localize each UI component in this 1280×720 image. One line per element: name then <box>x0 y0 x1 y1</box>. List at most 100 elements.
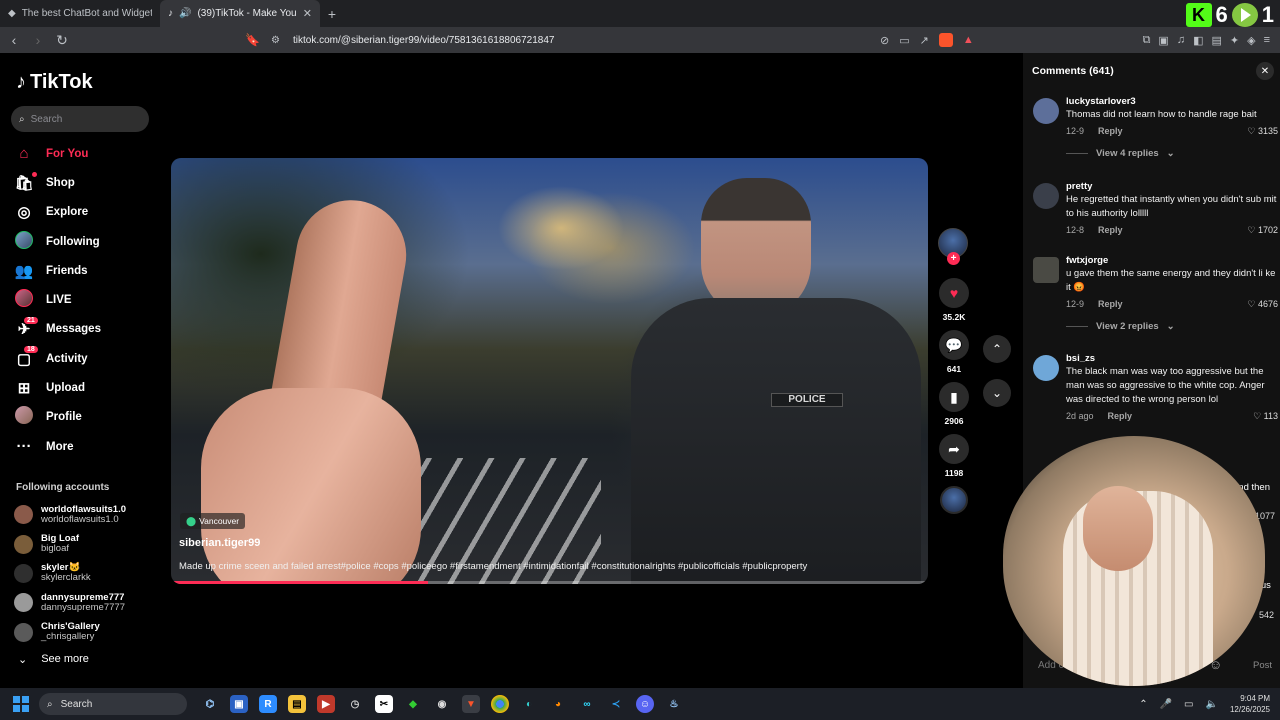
address-bar[interactable]: 🔖 ⚙ tiktok.com/@siberian.tiger99/video/7… <box>245 28 990 52</box>
comment-button[interactable]: 💬 641 <box>938 330 970 374</box>
comment-username[interactable]: luckystarlover3 <box>1066 96 1278 108</box>
reload-icon[interactable]: ↻ <box>52 32 72 49</box>
post-comment-button[interactable]: Post <box>1253 660 1272 671</box>
location-pin-icon: ⬤ <box>186 515 197 526</box>
following-account[interactable]: worldoflawsuits1.0 worldoflawsuits1.0 <box>14 500 159 529</box>
windows-start-icon[interactable] <box>13 696 29 712</box>
comment-username[interactable]: pretty <box>1066 181 1278 193</box>
volume-icon[interactable]: 🔈 <box>1206 699 1218 710</box>
nav-friends[interactable]: 👥 Friends <box>14 256 154 285</box>
clock-app-icon[interactable]: ◷ <box>346 695 364 713</box>
close-comments-button[interactable]: ✕ <box>1256 62 1274 80</box>
video-progress-bar[interactable] <box>171 581 928 584</box>
browser-tab-chatbot[interactable]: ◆ The best ChatBot and Widgets for K <box>0 0 160 27</box>
see-more-button[interactable]: ⌄ See more <box>18 653 89 666</box>
media-icon[interactable]: ♫ <box>1177 34 1185 46</box>
browser-tab-tiktok[interactable]: ♪ 🔊 (39)TikTok - Make Your Day ✕ <box>160 0 320 27</box>
sound-avatar-icon[interactable] <box>940 486 968 514</box>
following-account[interactable]: skyler🐱 skylerclarkk <box>14 559 159 588</box>
avatar[interactable] <box>1033 98 1059 124</box>
like-button[interactable]: ♥ 35.2K <box>938 278 970 322</box>
previous-video-button[interactable]: ⌃ <box>983 335 1011 363</box>
comment-like-button[interactable]: ♡ 113 <box>1253 411 1278 422</box>
leo-ai-icon[interactable]: ✦ <box>1230 34 1239 47</box>
reply-button[interactable]: Reply <box>1098 126 1123 136</box>
avatar[interactable] <box>1033 355 1059 381</box>
new-tab-button[interactable]: + <box>320 6 344 22</box>
view-replies-button[interactable]: View 2 replies ⌄ <box>1066 321 1278 332</box>
tracking-off-icon[interactable]: ⊘ <box>880 34 889 47</box>
bookmark-icon[interactable]: 🔖 <box>245 33 263 47</box>
reply-button[interactable]: Reply <box>1098 225 1123 235</box>
screenshot-icon[interactable]: ▣ <box>1158 34 1168 47</box>
nav-messages[interactable]: ✈ 21 Messages <box>14 315 154 344</box>
following-account[interactable]: Chris'Gallery _chrisgallery <box>14 618 159 647</box>
video-player[interactable]: POLICE ⬤ Vancouver siberian.tiger99 Made… <box>171 158 928 584</box>
capcut-icon[interactable]: ✂ <box>375 695 393 713</box>
follow-plus-icon[interactable]: + <box>947 252 960 265</box>
network-icon[interactable]: ▭ <box>1184 699 1193 710</box>
site-info-icon[interactable]: ⚙ <box>271 35 289 46</box>
vpn-icon[interactable]: ◈ <box>1247 34 1255 47</box>
extensions-icon[interactable]: ⧉ <box>1143 34 1151 47</box>
view-replies-button[interactable]: View 4 replies ⌄ <box>1066 148 1278 159</box>
steam-icon[interactable]: ♨ <box>665 695 683 713</box>
discord-icon[interactable]: ☺ <box>636 695 654 713</box>
streaming-app-icon[interactable]: ▶ <box>317 695 335 713</box>
edge-icon[interactable]: ◐ <box>520 695 538 713</box>
brave-shields-icon[interactable] <box>938 33 953 47</box>
vscode-icon[interactable]: ≺ <box>607 695 625 713</box>
nav-explore[interactable]: ◎ Explore <box>14 198 154 227</box>
outlook-icon[interactable]: ▣ <box>230 695 248 713</box>
nav-for-you[interactable]: ⌂ For You <box>14 139 154 168</box>
network-app-icon[interactable]: ⌬ <box>201 695 219 713</box>
menu-icon[interactable]: ≡ <box>1264 34 1270 46</box>
sidebar-icon[interactable]: ◧ <box>1193 34 1203 47</box>
forward-icon[interactable]: › <box>28 32 48 48</box>
back-icon[interactable]: ‹ <box>4 32 24 48</box>
comment-username[interactable]: fwtxjorge <box>1066 255 1278 267</box>
firefox-icon[interactable]: ◕ <box>549 695 567 713</box>
system-clock[interactable]: 9:04 PM 12/26/2025 <box>1230 693 1270 715</box>
share-icon[interactable]: ↗ <box>920 34 929 47</box>
reply-button[interactable]: Reply <box>1098 299 1123 309</box>
following-account[interactable]: Big Loaf bigloaf <box>14 529 159 558</box>
avatar[interactable] <box>1033 257 1059 283</box>
tiktok-logo[interactable]: ♪ TikTok <box>16 71 93 94</box>
comment-like-button[interactable]: ♡ 4676 <box>1247 299 1278 310</box>
nav-activity[interactable]: ▢ 18 Activity <box>14 344 154 373</box>
file-explorer-icon[interactable]: ▤ <box>288 695 306 713</box>
share-button[interactable]: ➦ 1198 <box>938 434 970 478</box>
following-account[interactable]: dannysupreme777 dannysupreme7777 <box>14 588 159 617</box>
search-input[interactable]: ⌕ Search <box>11 106 149 132</box>
save-button[interactable]: ▮ 2906 <box>938 382 970 426</box>
microphone-icon[interactable]: 🎤 <box>1160 699 1172 710</box>
next-video-button[interactable]: ⌄ <box>983 379 1011 407</box>
nav-more[interactable]: ··· More <box>14 432 154 461</box>
obs-icon[interactable]: ◉ <box>433 695 451 713</box>
location-tag[interactable]: ⬤ Vancouver <box>180 513 246 529</box>
chevron-up-icon[interactable]: ⌃ <box>1139 699 1147 710</box>
comment-like-button[interactable]: ♡ 3135 <box>1247 126 1278 137</box>
brave-rewards-icon[interactable]: ▲ <box>963 34 974 46</box>
taskbar-search[interactable]: ⌕ Search <box>39 693 187 715</box>
wallet-icon[interactable]: ▤ <box>1211 34 1221 47</box>
nav-live[interactable]: LIVE <box>14 285 154 314</box>
shield-app-icon[interactable]: ◆ <box>404 695 422 713</box>
game-app-icon[interactable]: ∞ <box>578 695 596 713</box>
cast-icon[interactable]: ▭ <box>899 34 909 47</box>
app-r-icon[interactable]: R <box>259 695 277 713</box>
brave-browser-icon[interactable]: ▼ <box>462 695 480 713</box>
reply-button[interactable]: Reply <box>1108 411 1133 421</box>
close-tab-icon[interactable]: ✕ <box>303 7 312 20</box>
nav-following[interactable]: Following <box>14 227 154 256</box>
comment-like-button[interactable]: ♡ 1702 <box>1247 225 1278 236</box>
nav-upload[interactable]: ⊞ Upload <box>14 373 154 402</box>
nav-shop[interactable]: 🛍 Shop <box>14 168 154 197</box>
video-author[interactable]: siberian.tiger99 <box>179 537 260 549</box>
avatar[interactable] <box>1033 183 1059 209</box>
chrome-icon[interactable] <box>491 695 509 713</box>
comment-username[interactable]: bsi_zs <box>1066 353 1278 365</box>
audio-playing-icon[interactable]: 🔊 <box>179 8 191 19</box>
nav-profile[interactable]: Profile <box>14 403 154 432</box>
